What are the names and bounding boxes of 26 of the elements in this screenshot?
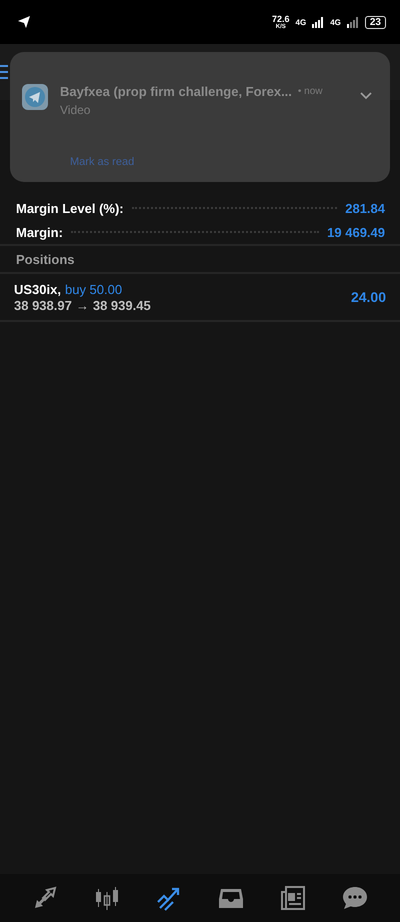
position-profit: 24.00 bbox=[350, 289, 386, 305]
price-arrow: → bbox=[76, 298, 89, 312]
open-price: 38 938.97 bbox=[14, 298, 72, 312]
position-side: buy 50.00 bbox=[64, 282, 122, 296]
row-label: Margin: bbox=[16, 224, 63, 240]
paper-plane-icon bbox=[22, 84, 48, 110]
signal-icon bbox=[312, 16, 324, 28]
position-row[interactable]: US30ix, buy 50.00 38 938.97 → 38 939.45 24.00 bbox=[0, 274, 400, 320]
notification-body: Video bbox=[60, 103, 92, 117]
section-header: Positions bbox=[16, 252, 75, 266]
row-label: Margin Level (%): bbox=[16, 200, 124, 216]
expand-icon[interactable] bbox=[360, 92, 372, 100]
signal-icon bbox=[346, 16, 359, 28]
position-symbol: US30ix, bbox=[14, 282, 61, 296]
network-type: 4G bbox=[296, 18, 306, 26]
battery-level: 23 bbox=[364, 16, 386, 28]
current-price: 38 939.45 bbox=[92, 298, 151, 312]
mark-as-read-link[interactable]: Mark as read bbox=[70, 156, 372, 168]
menu-icon[interactable] bbox=[0, 65, 8, 79]
notification-title: Bayfxea (prop firm challenge, Forex... bbox=[60, 84, 292, 99]
row-value: 19 469.49 bbox=[327, 224, 385, 240]
row-value: 281.84 bbox=[345, 200, 385, 216]
notification-card[interactable]: Bayfxea (prop firm challenge, Forex... • now Video Mark as read bbox=[10, 52, 390, 182]
send-icon bbox=[18, 16, 30, 28]
network-type: 4G bbox=[330, 18, 341, 26]
notification-time: • now bbox=[298, 86, 323, 97]
